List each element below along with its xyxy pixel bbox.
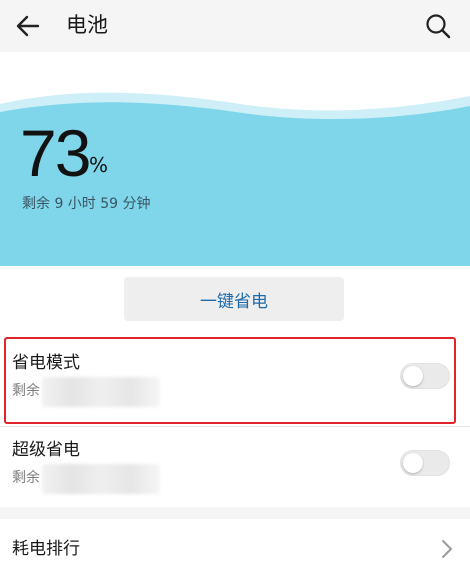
back-button[interactable] bbox=[8, 6, 48, 46]
highlight-annotation-box bbox=[4, 337, 456, 424]
battery-level-panel: 73 % 剩余 9 小时 59 分钟 bbox=[0, 52, 470, 266]
search-button[interactable] bbox=[418, 6, 458, 46]
search-icon bbox=[426, 14, 451, 39]
blurred-remaining-value bbox=[42, 464, 160, 494]
section-gap bbox=[0, 507, 470, 519]
consumption-ranking-title: 耗电排行 bbox=[12, 539, 80, 559]
toggle-knob bbox=[403, 453, 423, 473]
chevron-right-icon bbox=[442, 540, 452, 558]
app-header: 电池 bbox=[0, 0, 470, 52]
battery-percent-unit: % bbox=[89, 153, 109, 177]
remaining-time: 剩余 9 小时 59 分钟 bbox=[22, 196, 151, 212]
one-key-save-button[interactable]: 一键省电 bbox=[124, 277, 344, 321]
super-power-saving-row[interactable]: 超级省电 剩余 bbox=[0, 426, 470, 507]
super-power-saving-title: 超级省电 bbox=[12, 440, 80, 460]
page-title: 电池 bbox=[66, 13, 108, 37]
arrow-left-icon bbox=[16, 15, 40, 37]
battery-percent: 73 bbox=[20, 116, 91, 190]
super-power-saving-toggle[interactable] bbox=[400, 450, 450, 476]
consumption-ranking-row[interactable]: 耗电排行 bbox=[0, 519, 470, 571]
super-power-saving-subtitle: 剩余 bbox=[12, 470, 40, 486]
